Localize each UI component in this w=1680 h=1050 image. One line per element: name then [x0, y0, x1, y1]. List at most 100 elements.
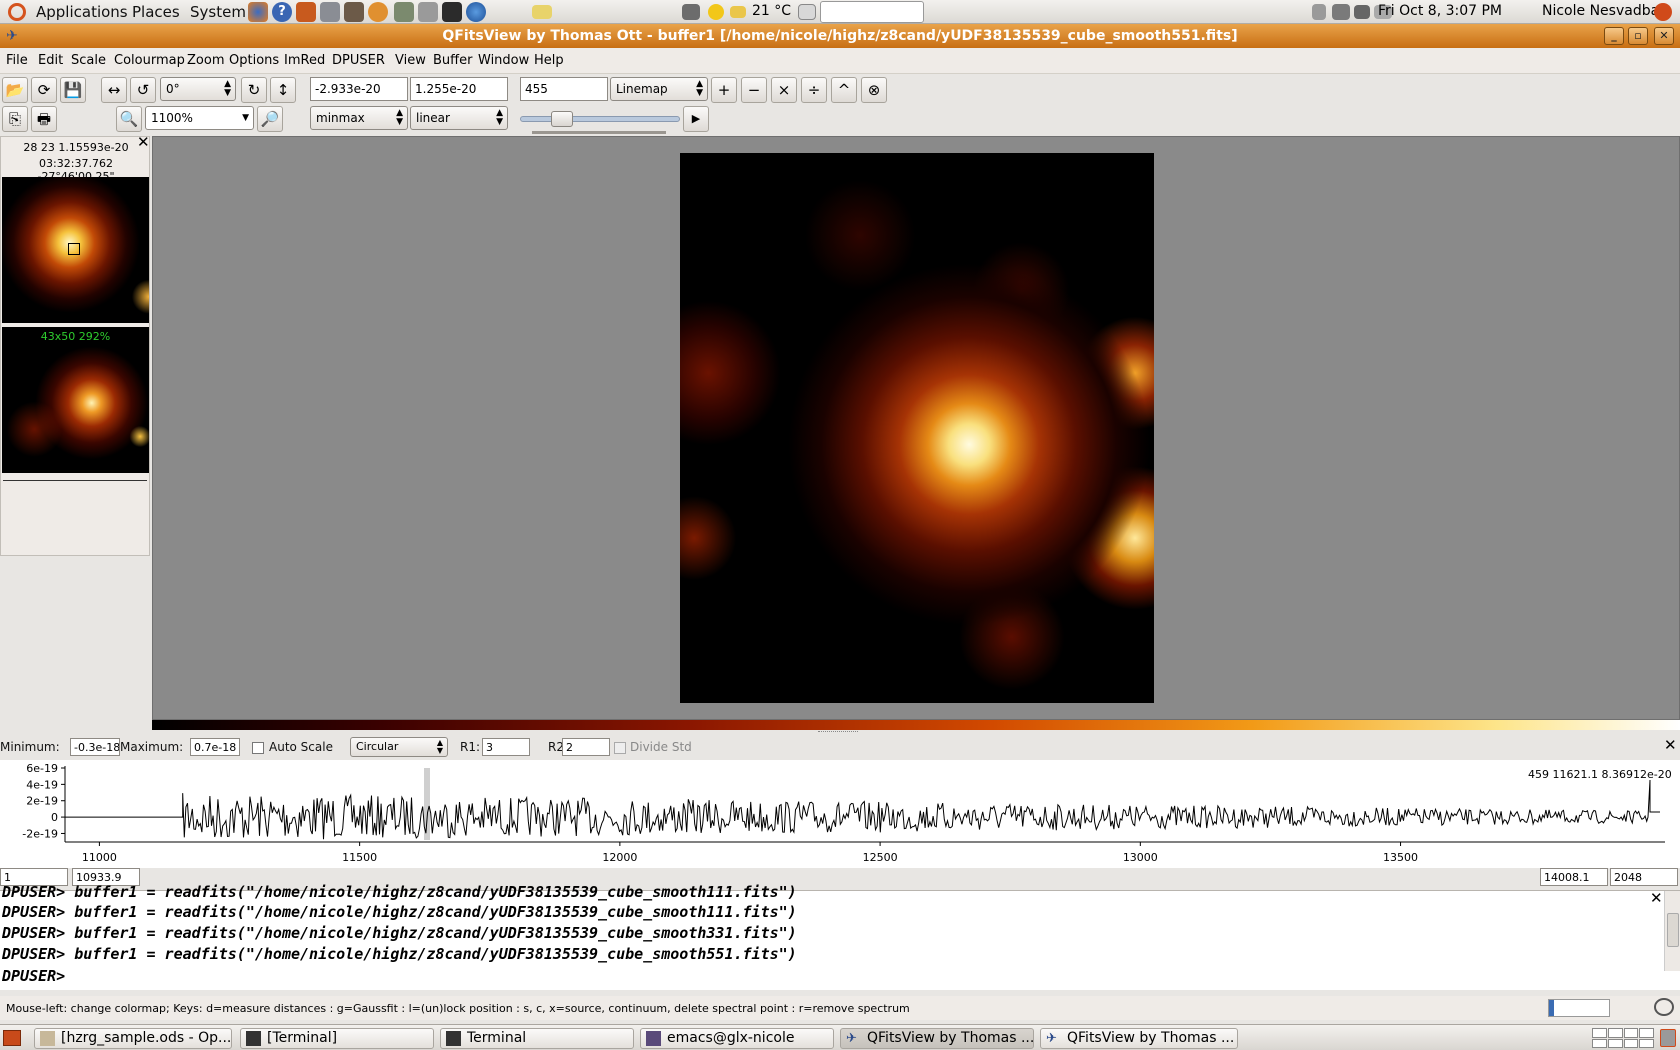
maximum-input[interactable]: 0.7e-18 — [190, 738, 240, 756]
op-multiply-button[interactable]: × — [771, 77, 797, 103]
scale-method-select[interactable]: minmax ▲ ▼ — [310, 106, 408, 130]
fits-image[interactable] — [680, 153, 1154, 703]
ubuntu-logo-icon[interactable] — [8, 3, 26, 21]
divide-std-checkbox[interactable] — [614, 742, 626, 754]
weather-temperature[interactable]: 21 °C — [752, 3, 791, 19]
menu-zoom[interactable]: Zoom — [187, 53, 224, 68]
spectrum-plot[interactable]: 6e-19 4e-19 2e-19 0 -2e-19 11000 11500 12000 12… — [0, 760, 1680, 868]
menu-scale[interactable]: Scale — [71, 53, 106, 68]
menu-options[interactable]: Options — [229, 53, 279, 68]
op-subtract-button[interactable]: − — [741, 77, 767, 103]
close-window-button[interactable]: ✕ — [1654, 27, 1674, 45]
op-add-button[interactable]: + — [711, 77, 737, 103]
workspace-cell[interactable] — [1592, 1038, 1607, 1048]
menu-window[interactable]: Window — [478, 53, 529, 68]
op-cancel-button[interactable]: ⊗ — [861, 77, 887, 103]
zoom-out-button[interactable]: 🔍 — [116, 106, 142, 132]
console-scrollbar[interactable] — [1664, 891, 1680, 971]
flip-horizontal-button[interactable]: ↔ — [101, 77, 127, 103]
globe-icon[interactable] — [466, 2, 486, 22]
taskbar-item-terminal-minimized[interactable]: [Terminal] — [240, 1028, 434, 1049]
workspace-cell[interactable] — [1623, 1028, 1639, 1038]
minimize-button[interactable]: _ — [1604, 27, 1624, 45]
rotate-left-button[interactable]: ↺ — [130, 77, 156, 103]
zoom-in-button[interactable]: 🔎 — [257, 106, 283, 132]
menu-view[interactable]: View — [395, 53, 426, 68]
workspace-switcher[interactable] — [1592, 1028, 1654, 1048]
weather-applet-icon[interactable] — [682, 4, 700, 20]
taskbar-item-terminal[interactable]: Terminal — [440, 1028, 634, 1049]
close-spectrum-icon[interactable]: ✕ — [1664, 736, 1677, 754]
zoom-select[interactable]: 1100% ▼ — [145, 106, 254, 130]
reload-button[interactable]: ⟳ — [31, 77, 57, 103]
taskbar-item-emacs[interactable]: emacs@glx-nicole — [640, 1028, 834, 1049]
minimum-input[interactable]: -0.3e-18 — [70, 738, 120, 756]
clock[interactable]: Fri Oct 8, 3:07 PM — [1378, 3, 1502, 19]
magnifier-view[interactable] — [2, 177, 149, 323]
terminal-icon[interactable] — [442, 2, 462, 22]
splitter-handle[interactable] — [818, 731, 858, 734]
save-button[interactable]: 💾 — [60, 77, 86, 103]
applications-menu[interactable]: Applications — [36, 3, 128, 21]
taskbar-item-qfitsview[interactable]: ✈ QFitsView by Thomas ... — [1040, 1028, 1238, 1049]
text-editor-icon[interactable] — [320, 2, 340, 22]
workspace-cell[interactable] — [1623, 1038, 1639, 1048]
menu-colourmap[interactable]: Colourmap — [114, 53, 185, 68]
workspace-cell[interactable] — [1639, 1038, 1654, 1048]
search-box[interactable] — [820, 1, 924, 23]
power-icon[interactable] — [368, 2, 388, 22]
print-button[interactable]: 🖶 — [31, 106, 57, 132]
maximize-button[interactable]: ▫ — [1628, 27, 1648, 45]
user-name[interactable]: Nicole Nesvadba — [1542, 3, 1659, 19]
workspace-cell[interactable] — [1607, 1038, 1623, 1048]
settings-icon[interactable] — [296, 2, 316, 22]
slice-slider-handle[interactable] — [551, 111, 573, 127]
range-end-index[interactable]: 2048 — [1610, 868, 1678, 886]
workspace-cell[interactable] — [1639, 1028, 1654, 1038]
menu-buffer[interactable]: Buffer — [433, 53, 472, 68]
auto-scale-checkbox[interactable] — [252, 742, 264, 754]
scale-type-select[interactable]: linear ▲ ▼ — [410, 106, 508, 130]
r2-spinbox[interactable]: 2 — [562, 738, 610, 756]
trash-icon[interactable] — [1660, 1029, 1676, 1047]
console-scrollbar-thumb[interactable] — [1667, 913, 1679, 947]
copy-button[interactable]: ⎘ — [2, 106, 28, 132]
volume-icon[interactable] — [1354, 5, 1370, 19]
op-power-button[interactable]: ^ — [831, 77, 857, 103]
range-end-input[interactable]: 14008.1 — [1540, 868, 1608, 886]
firefox-icon[interactable] — [248, 2, 268, 22]
show-desktop-icon[interactable] — [3, 1030, 21, 1046]
flip-vertical-button[interactable]: ↕ — [270, 77, 296, 103]
slice-spinbox[interactable]: 455 — [520, 77, 608, 101]
aperture-select[interactable]: Circular ▲ ▼ — [350, 737, 448, 757]
window-titlebar[interactable]: ✈ QFitsView by Thomas Ott - buffer1 [/ho… — [0, 24, 1680, 48]
network-icon[interactable] — [1312, 4, 1326, 20]
gimp-icon[interactable] — [344, 2, 364, 22]
r1-spinbox[interactable]: 3 — [482, 738, 530, 756]
menu-imred[interactable]: ImRed — [284, 53, 325, 68]
overview-view[interactable]: 43x50 292% — [2, 327, 149, 473]
play-button[interactable]: ▶ — [683, 106, 709, 132]
taskbar-item-qfitsview-active[interactable]: ✈ QFitsView by Thomas ... — [840, 1028, 1034, 1049]
workspace-cell[interactable] — [1607, 1028, 1623, 1038]
rotation-select[interactable]: 0° ▲ ▼ — [160, 77, 236, 101]
spectrum-svg[interactable]: 6e-19 4e-19 2e-19 0 -2e-19 11000 11500 12000 12… — [0, 760, 1680, 868]
open-file-button[interactable]: 📂 — [2, 77, 28, 103]
menu-file[interactable]: File — [6, 53, 28, 68]
colorbar[interactable] — [152, 720, 1680, 730]
rotate-right-button[interactable]: ↻ — [241, 77, 267, 103]
image-canvas-area[interactable] — [152, 136, 1680, 720]
places-menu[interactable]: Places — [132, 3, 180, 21]
menu-help[interactable]: Help — [534, 53, 564, 68]
menu-dpuser[interactable]: DPUSER — [332, 53, 385, 68]
notes-icon[interactable] — [532, 5, 552, 19]
close-console-icon[interactable]: ✕ — [1650, 889, 1663, 907]
taskbar-item-spreadsheet[interactable]: [hzrg_sample.ods - Op... — [34, 1028, 232, 1049]
mode-select[interactable]: Linemap ▲ ▼ — [610, 77, 708, 101]
dpuser-console[interactable]: DPUSER> buffer1 = readfits("/home/nicole… — [0, 883, 1680, 990]
min-value-input[interactable]: -2.933e-20 — [310, 77, 408, 101]
menu-edit[interactable]: Edit — [38, 53, 63, 68]
op-divide-button[interactable]: ÷ — [801, 77, 827, 103]
max-value-input[interactable]: 1.255e-20 — [410, 77, 508, 101]
printer-icon[interactable] — [418, 2, 438, 22]
